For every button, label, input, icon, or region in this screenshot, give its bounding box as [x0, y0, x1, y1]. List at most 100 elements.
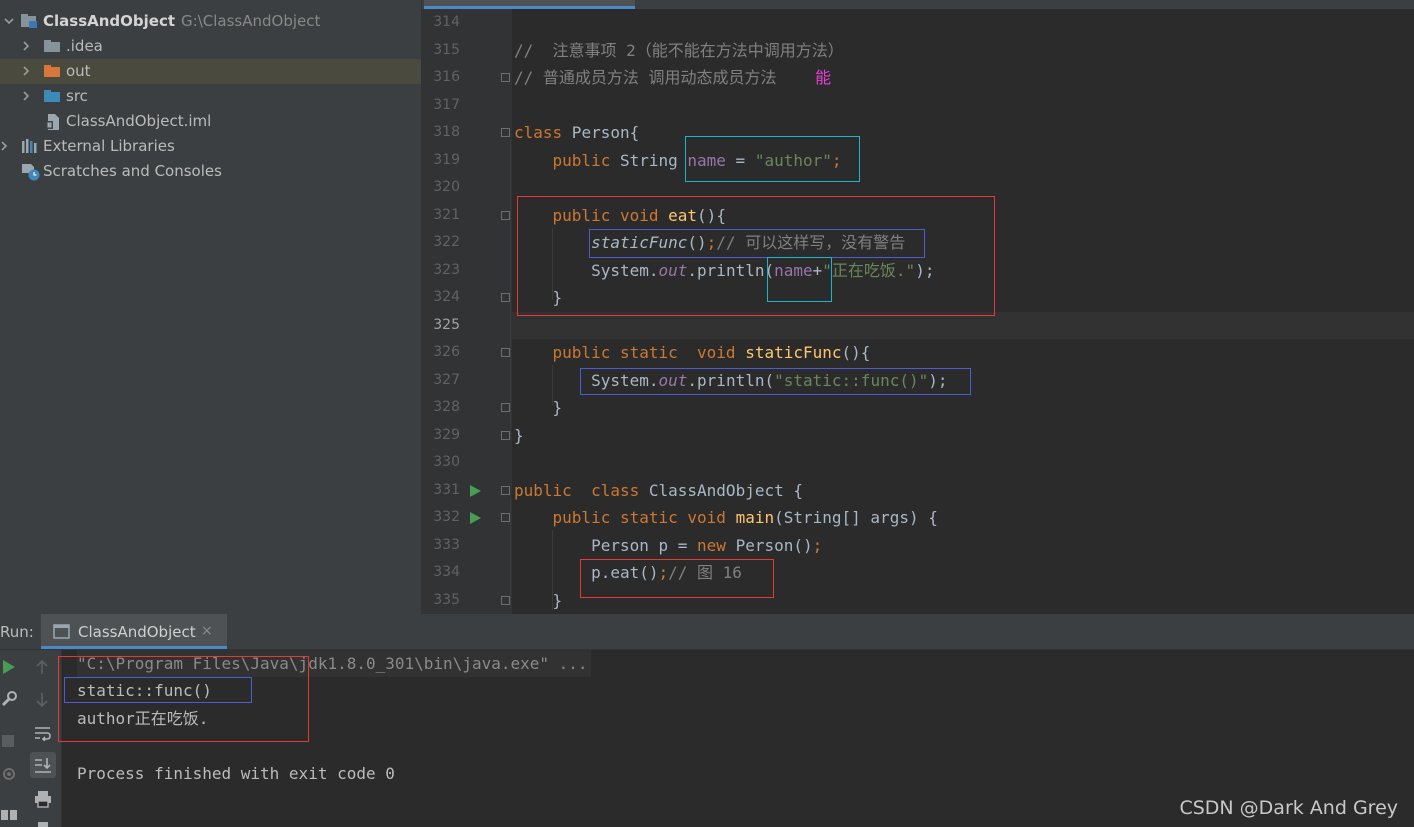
source-folder-icon	[44, 90, 60, 102]
parens: ()	[687, 233, 707, 252]
field-name: name	[687, 151, 726, 170]
line-number-current: 325	[433, 317, 460, 333]
line-number: 314	[433, 14, 460, 30]
line-number: 323	[433, 262, 460, 278]
code-line-323: System.out.println(name+"正在吃饭.");	[514, 257, 934, 284]
fold-marker-icon[interactable]	[501, 403, 510, 412]
arrow-up-icon[interactable]	[35, 659, 49, 675]
fold-marker-icon[interactable]	[501, 293, 510, 302]
chevron-right-icon[interactable]	[20, 40, 32, 52]
excluded-folder-icon	[44, 65, 60, 77]
code-line-329: }	[514, 426, 524, 445]
rerun-icon[interactable]	[2, 659, 16, 675]
line-number: 315	[433, 42, 460, 58]
wrench-icon[interactable]	[0, 690, 18, 708]
run-header: Run: ClassAndObject ×	[0, 614, 1414, 650]
method-name: main	[735, 508, 775, 527]
system-ref: System.	[591, 371, 659, 390]
tree-item-iml[interactable]: ClassAndObject.iml	[0, 109, 421, 134]
code-line-335: }	[514, 587, 563, 614]
chevron-down-icon[interactable]	[3, 15, 15, 27]
line-number: 316	[433, 69, 460, 85]
scroll-to-end-toggle[interactable]	[30, 752, 56, 778]
code-line-324: }	[514, 284, 563, 311]
constructor: Person()	[725, 536, 813, 555]
fold-marker-icon[interactable]	[501, 596, 510, 605]
line-number: 335	[433, 592, 460, 608]
run-tab[interactable]: ClassAndObject ×	[41, 614, 227, 649]
tree-item-src[interactable]: src	[0, 84, 421, 109]
code-line-315: // 注意事项 2（能不能在方法中调用方法）	[514, 41, 844, 60]
fold-marker-icon[interactable]	[501, 211, 510, 220]
line-number: 321	[433, 207, 460, 223]
run-class-icon[interactable]	[470, 485, 481, 497]
comment: // 普通成员方法 调用动态成员方法	[514, 68, 777, 87]
brace: }	[552, 591, 563, 610]
class-decl: ClassAndObject {	[639, 481, 803, 500]
chevron-right-icon[interactable]	[20, 90, 32, 102]
code-line-332: public static void main(String[] args) {	[514, 504, 938, 531]
project-root-path: G:\ClassAndObject	[181, 12, 321, 30]
tree-item-scratches[interactable]: Scratches and Consoles	[0, 159, 421, 184]
arrow-down-icon[interactable]	[35, 692, 49, 708]
highlight-mark: 能	[815, 68, 832, 87]
trash-icon[interactable]	[36, 820, 50, 827]
tree-item-label: Scratches and Consoles	[43, 162, 222, 180]
library-icon	[22, 139, 37, 153]
tree-item-idea[interactable]: .idea	[0, 34, 421, 59]
line-number: 331	[433, 482, 460, 498]
fold-marker-icon[interactable]	[501, 128, 510, 137]
line-number: 318	[433, 124, 460, 140]
editor-tab-active[interactable]	[424, 0, 635, 9]
fold-marker-icon[interactable]	[501, 486, 510, 495]
method-call: p.eat()	[591, 563, 659, 582]
fold-marker-icon[interactable]	[501, 513, 510, 522]
run-toolbar-secondary	[24, 650, 62, 827]
folder-icon	[44, 40, 60, 52]
line-number: 333	[433, 537, 460, 553]
close-paren: );	[928, 371, 948, 390]
chevron-right-icon[interactable]	[0, 140, 10, 152]
print-icon[interactable]	[34, 790, 52, 808]
soft-wrap-icon[interactable]	[34, 725, 52, 741]
tree-item-out[interactable]: out	[0, 59, 421, 84]
module-file-icon	[46, 114, 59, 130]
code-line-328: }	[514, 394, 563, 421]
semicolon: ;	[812, 536, 823, 555]
project-root-node[interactable]: ClassAndObject G:\ClassAndObject	[0, 9, 421, 34]
code-editor[interactable]: 314 315 316 317 318 319 320 321 322 323 …	[421, 0, 1414, 614]
keyword: public static void	[552, 343, 736, 362]
line-number: 327	[433, 372, 460, 388]
chevron-right-icon[interactable]	[20, 65, 32, 77]
editor-tab-strip	[422, 0, 1414, 9]
watermark: CSDN @Dark And Grey	[1179, 797, 1398, 819]
comment: // 图 16	[668, 563, 742, 582]
code-line-318: class Person{	[514, 119, 639, 146]
close-icon[interactable]: ×	[201, 623, 213, 639]
project-root-name: ClassAndObject	[43, 12, 176, 30]
system-ref: System.	[591, 261, 659, 280]
line-number: 332	[433, 509, 460, 525]
keyword: public class	[514, 481, 640, 500]
fold-marker-icon[interactable]	[501, 73, 510, 82]
params: (String[] args) {	[774, 508, 938, 527]
fold-marker-icon[interactable]	[501, 431, 510, 440]
operator: =	[725, 151, 755, 170]
settings-icon[interactable]	[0, 765, 18, 783]
line-number: 319	[433, 152, 460, 168]
stop-icon[interactable]	[1, 734, 15, 748]
keyword: public	[552, 151, 611, 170]
static-call: staticFunc	[591, 233, 688, 252]
brace: }	[552, 398, 563, 417]
code-line-321: public void eat(){	[514, 202, 726, 229]
field-name: name	[774, 261, 813, 280]
run-main-icon[interactable]	[470, 512, 481, 524]
code-line-327: System.out.println("static::func()");	[514, 367, 948, 394]
code-line-333: Person p = new Person();	[514, 532, 822, 559]
layout-icon[interactable]	[0, 808, 18, 822]
code-line-316: // 普通成员方法 调用动态成员方法 能	[514, 64, 831, 91]
brace: }	[552, 288, 563, 307]
tree-item-external-libraries[interactable]: External Libraries	[0, 134, 421, 159]
line-number: 334	[433, 564, 460, 580]
fold-marker-icon[interactable]	[501, 348, 510, 357]
